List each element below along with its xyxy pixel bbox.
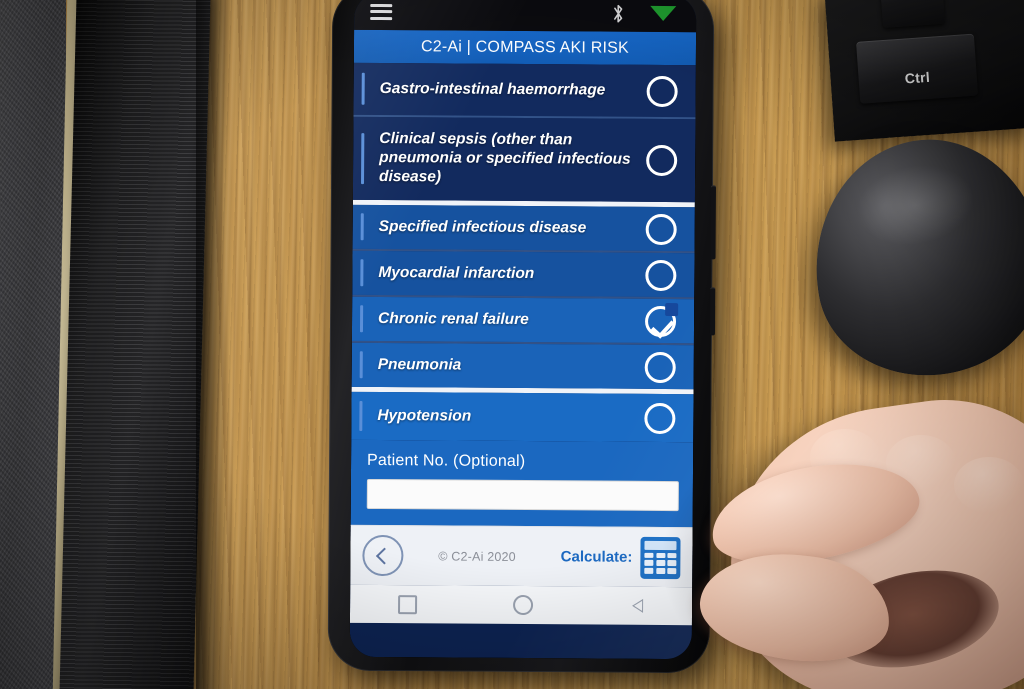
app-title-bar: C2-Ai | COMPASS AKI RISK <box>353 29 697 66</box>
checkbox-unchecked-icon[interactable] <box>644 351 676 383</box>
checklist-row[interactable]: Pneumonia <box>351 342 694 390</box>
checkbox-unchecked-icon[interactable] <box>646 75 678 107</box>
checklist-item-label: Myocardial infarction <box>378 263 535 282</box>
calculator-display <box>644 540 677 550</box>
checkbox-unchecked-icon[interactable] <box>644 402 676 434</box>
checklist-item-label: Gastro-intestinal haemorrhage <box>379 79 606 99</box>
keyboard-key-ctrl: Ctrl <box>856 33 979 104</box>
checklist-item-label: Chronic renal failure <box>378 309 529 328</box>
volume-button[interactable] <box>710 185 717 260</box>
page-title: C2-Ai | COMPASS AKI RISK <box>420 37 629 57</box>
phone-screen: C2-Ai | COMPASS AKI RISK Gastro-intestin… <box>349 0 697 660</box>
wifi-signal-icon <box>650 5 677 22</box>
power-button[interactable] <box>709 287 716 336</box>
app-footer: © C2-Ai 2020 Calculate: <box>350 524 693 588</box>
keyboard-key-ctrl-label: Ctrl <box>904 68 931 87</box>
android-navigation-bar <box>349 584 693 626</box>
patient-number-section: Patient No. (Optional) <box>350 439 694 528</box>
status-bar <box>354 0 697 33</box>
row-accent-bar <box>359 400 363 431</box>
checkbox-unchecked-icon[interactable] <box>645 213 677 245</box>
keyboard-key-upper <box>878 0 945 28</box>
hamburger-menu-icon[interactable] <box>370 3 393 20</box>
risk-factor-checklist: Gastro-intestinal haemorrhage Clinical se… <box>351 62 696 443</box>
checklist-row[interactable]: Clinical sepsis (other than pneumonia or… <box>352 116 696 203</box>
smartphone: C2-Ai | COMPASS AKI RISK Gastro-intestin… <box>327 0 717 674</box>
square-recents-icon[interactable] <box>398 594 418 614</box>
row-accent-bar <box>359 305 364 333</box>
bluetooth-icon <box>614 4 623 22</box>
checklist-row[interactable]: Specified infectious disease <box>352 204 695 252</box>
row-accent-bar <box>361 132 365 185</box>
patient-number-label: Patient No. (Optional) <box>367 451 526 471</box>
row-accent-bar <box>360 213 364 241</box>
checklist-item-label: Pneumonia <box>377 355 462 374</box>
calculator-icon[interactable] <box>640 536 681 579</box>
checkbox-checked-icon[interactable] <box>644 305 677 337</box>
calculator-keys <box>644 552 677 574</box>
row-accent-bar <box>360 259 364 287</box>
checklist-item-label: Clinical sepsis (other than pneumonia or… <box>379 130 631 186</box>
mouse-highlight <box>849 155 981 255</box>
keyboard: Ctrl <box>824 0 1024 142</box>
checkbox-unchecked-icon[interactable] <box>646 144 678 177</box>
checklist-row[interactable]: Myocardial infarction <box>352 250 695 298</box>
calculate-label: Calculate: <box>560 548 633 566</box>
leather-shadow <box>196 0 232 689</box>
black-leather-object <box>59 0 211 689</box>
checklist-row[interactable]: Chronic renal failure <box>351 296 695 344</box>
scene: Ctrl C2-Ai | COMPASS AKI RISK Gastro-int… <box>0 0 1024 689</box>
checkbox-unchecked-icon[interactable] <box>645 259 677 291</box>
phone-screen-bezel: C2-Ai | COMPASS AKI RISK Gastro-intestin… <box>349 0 697 660</box>
circle-home-icon[interactable] <box>513 594 534 616</box>
checklist-item-label: Specified infectious disease <box>378 217 587 237</box>
checklist-row[interactable]: Hypotension <box>351 391 694 443</box>
copyright-text: © C2-Ai 2020 <box>438 548 516 564</box>
row-accent-bar <box>361 72 365 106</box>
circle-chevron-left-icon[interactable] <box>362 534 404 577</box>
patient-number-input[interactable] <box>366 478 679 512</box>
row-accent-bar <box>359 351 363 379</box>
triangle-back-icon[interactable] <box>630 597 644 615</box>
checklist-row[interactable]: Gastro-intestinal haemorrhage <box>353 62 696 118</box>
checklist-item-label: Hypotension <box>377 406 472 425</box>
